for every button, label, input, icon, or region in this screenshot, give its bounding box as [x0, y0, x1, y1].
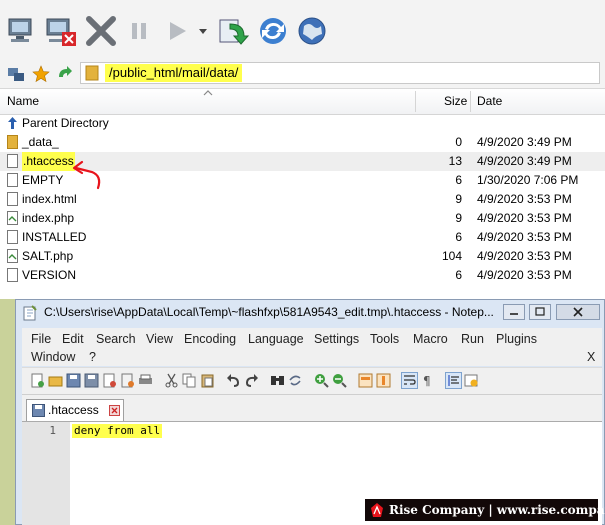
ftp-toolbar	[0, 0, 605, 60]
star-icon[interactable]	[32, 65, 50, 83]
saved-file-icon	[32, 404, 45, 417]
copy-icon[interactable]	[182, 373, 197, 388]
tab-label: .htaccess	[48, 403, 99, 417]
line-number-gutter: 1	[22, 422, 70, 525]
menu-encoding[interactable]: Encoding	[184, 331, 236, 348]
file-row[interactable]: INSTALLED 6 4/9/2020 3:53 PM	[0, 228, 605, 247]
undo-icon[interactable]	[226, 373, 241, 388]
menu-file[interactable]: File	[31, 331, 51, 348]
play-icon[interactable]	[160, 14, 194, 48]
sync-vertical-icon[interactable]	[358, 373, 373, 388]
maximize-icon[interactable]	[529, 304, 551, 320]
svg-text:¶: ¶	[423, 374, 431, 388]
pause-icon[interactable]	[122, 14, 156, 48]
notepad-title: C:\Users\rise\AppData\Local\Temp\~flashf…	[44, 305, 494, 319]
show-all-characters-icon[interactable]: ¶	[420, 373, 435, 388]
file-icon	[7, 173, 18, 187]
watermark-banner: Rise Company | www.rise.company	[365, 499, 605, 521]
sort-ascending-icon	[203, 90, 213, 96]
up-arrow-icon	[8, 117, 17, 129]
notepad-app-icon	[23, 305, 37, 321]
close-document-button[interactable]: X	[587, 349, 595, 366]
menu-tools[interactable]: Tools	[370, 331, 399, 348]
code-line[interactable]: deny from all	[72, 424, 163, 438]
find-icon[interactable]	[270, 373, 285, 388]
save-all-icon[interactable]	[84, 373, 99, 388]
menu-plugins[interactable]: Plugins	[496, 331, 537, 348]
tab-close-icon[interactable]	[109, 405, 120, 416]
file-row[interactable]: SALT.php 104 4/9/2020 3:53 PM	[0, 247, 605, 266]
indent-guide-icon[interactable]	[445, 372, 462, 389]
php-file-icon	[7, 249, 18, 263]
cut-icon[interactable]	[164, 373, 179, 388]
globe-icon[interactable]	[295, 14, 329, 48]
path-bar: /public_html/mail/data/	[0, 60, 605, 89]
menu-window[interactable]: Window	[31, 349, 75, 366]
minimize-icon[interactable]	[503, 304, 525, 320]
line-number: 1	[49, 424, 56, 437]
file-icon	[7, 230, 18, 244]
word-wrap-icon[interactable]	[401, 372, 418, 389]
file-row[interactable]: index.html 9 4/9/2020 3:53 PM	[0, 190, 605, 209]
file-row[interactable]: VERSION 6 4/9/2020 3:53 PM	[0, 266, 605, 285]
document-map-icon[interactable]	[464, 373, 479, 388]
path-input[interactable]: /public_html/mail/data/	[80, 62, 600, 84]
menu-settings[interactable]: Settings	[314, 331, 359, 348]
chevron-down-icon[interactable]	[196, 14, 210, 48]
zoom-out-icon[interactable]	[332, 373, 347, 388]
tab-htaccess[interactable]: .htaccess	[26, 399, 124, 421]
column-size-header[interactable]: Size	[444, 89, 467, 114]
file-icon	[7, 268, 18, 282]
rise-logo-icon	[371, 503, 383, 517]
sites-icon[interactable]	[7, 65, 25, 83]
refresh-icon[interactable]	[256, 14, 290, 48]
notepad-window: C:\Users\rise\AppData\Local\Temp\~flashf…	[15, 299, 605, 525]
file-row[interactable]: index.php 9 4/9/2020 3:53 PM	[0, 209, 605, 228]
open-file-icon[interactable]	[48, 373, 63, 388]
menu-language[interactable]: Language	[248, 331, 304, 348]
close-all-icon[interactable]	[120, 373, 135, 388]
list-header: Name Size Date	[0, 89, 605, 115]
menu-macro[interactable]: Macro	[413, 331, 448, 348]
annotation-arrow-icon	[72, 160, 101, 190]
notepad-menu-bar: File Edit Search View Encoding Language …	[22, 328, 602, 366]
sync-horizontal-icon[interactable]	[376, 373, 391, 388]
notepad-toolbar: ¶	[22, 367, 602, 394]
replace-icon[interactable]	[288, 373, 303, 388]
save-icon[interactable]	[66, 373, 81, 388]
file-row[interactable]: _data_ 0 4/9/2020 3:49 PM	[0, 133, 605, 152]
zoom-in-icon[interactable]	[314, 373, 329, 388]
menu-edit[interactable]: Edit	[62, 331, 84, 348]
notepad-title-bar[interactable]: C:\Users\rise\AppData\Local\Temp\~flashf…	[16, 300, 604, 326]
redo-icon[interactable]	[244, 373, 259, 388]
menu-search[interactable]: Search	[96, 331, 136, 348]
folder-icon	[7, 135, 18, 149]
file-row-parent-directory[interactable]: Parent Directory	[0, 114, 605, 133]
file-list: Name Size Date Parent Directory _data_ 0…	[0, 89, 605, 299]
close-icon[interactable]	[556, 304, 600, 320]
print-icon[interactable]	[138, 373, 153, 388]
file-icon	[7, 154, 18, 168]
php-file-icon	[7, 211, 18, 225]
path-text: /public_html/mail/data/	[105, 64, 243, 82]
menu-view[interactable]: View	[146, 331, 173, 348]
disconnect-icon[interactable]	[44, 14, 78, 48]
connect-icon[interactable]	[6, 14, 40, 48]
notepad-tab-bar: .htaccess	[22, 394, 602, 421]
menu-run[interactable]: Run	[461, 331, 484, 348]
watermark-text: Rise Company | www.rise.company	[389, 503, 605, 517]
column-name-header[interactable]: Name	[7, 89, 39, 114]
new-file-icon[interactable]	[30, 373, 45, 388]
up-directory-icon[interactable]	[56, 65, 74, 83]
file-icon	[7, 192, 18, 206]
abort-icon[interactable]	[84, 14, 118, 48]
transfer-icon[interactable]	[216, 14, 250, 48]
column-date-header[interactable]: Date	[477, 89, 502, 114]
menu-help[interactable]: ?	[89, 349, 96, 366]
close-file-icon[interactable]	[102, 373, 117, 388]
paste-icon[interactable]	[200, 373, 215, 388]
folder-icon	[85, 65, 99, 81]
background-strip	[0, 299, 15, 525]
